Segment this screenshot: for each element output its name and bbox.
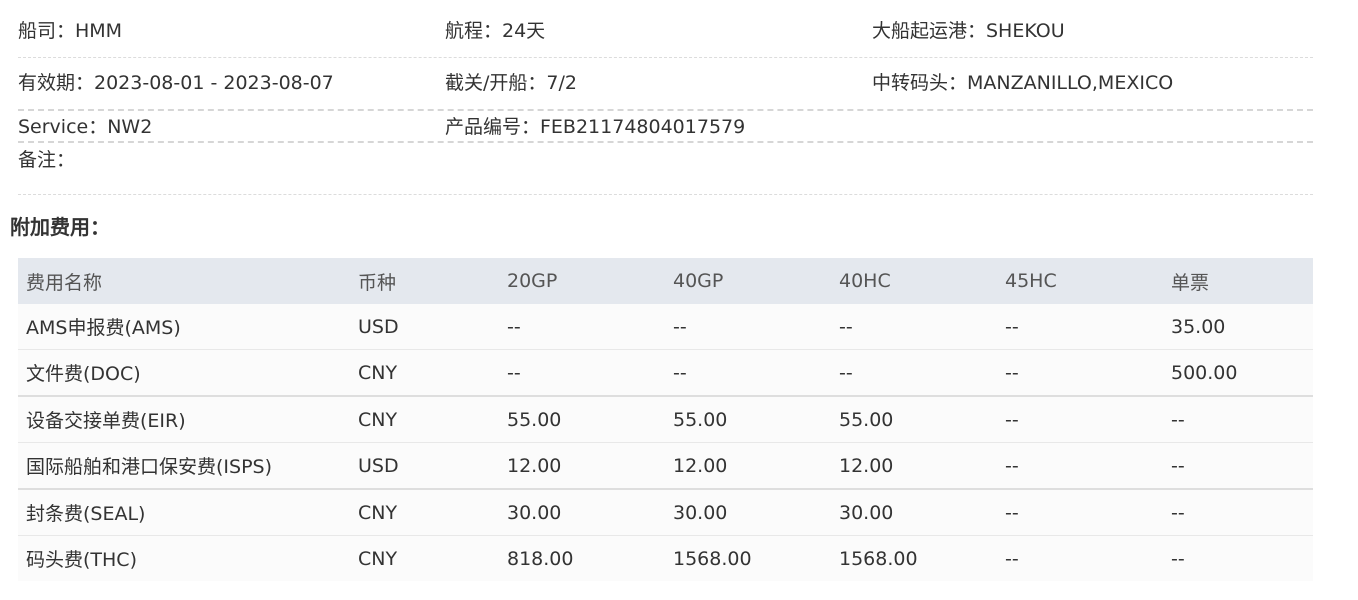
info-row: 船司：HMM 航程：24天 大船起运港：SHEKOU — [18, 8, 1313, 58]
table-header-row: 费用名称 币种 20GP 40GP 40HC 45HC 单票 — [18, 258, 1313, 304]
currency-cell: USD — [350, 304, 499, 350]
price-40hc-cell: 55.00 — [831, 396, 997, 443]
currency-cell: CNY — [350, 535, 499, 581]
voyage-field: 航程：24天 — [445, 20, 546, 42]
price-40gp-cell: 55.00 — [665, 396, 831, 443]
currency-cell: CNY — [350, 489, 499, 536]
fee-name-cell: 码头费(THC) — [18, 535, 350, 581]
currency-cell: CNY — [350, 349, 499, 397]
surcharge-table: 费用名称 币种 20GP 40GP 40HC 45HC 单票 AMS申报费(AM… — [18, 258, 1313, 581]
column-header-40hc: 40HC — [831, 258, 997, 304]
column-header-40gp: 40GP — [665, 258, 831, 304]
column-header-per-bill: 单票 — [1163, 258, 1313, 304]
table-row: 文件费(DOC) CNY -- -- -- -- 500.00 — [18, 349, 1313, 397]
info-row: Service：NW2 产品编号：FEB21174804017579 — [18, 111, 1313, 143]
price-per-bill-cell: -- — [1163, 535, 1313, 581]
currency-cell: CNY — [350, 396, 499, 443]
origin-port-field: 大船起运港：SHEKOU — [872, 20, 1065, 42]
info-row: 备注： — [18, 143, 1313, 195]
price-40gp-cell: 30.00 — [665, 489, 831, 536]
validity-field: 有效期：2023-08-01 - 2023-08-07 — [18, 72, 334, 94]
price-45hc-cell: -- — [997, 442, 1163, 490]
price-45hc-cell: -- — [997, 489, 1163, 536]
price-40gp-cell: 1568.00 — [665, 535, 831, 581]
price-40gp-cell: -- — [665, 349, 831, 397]
price-per-bill-cell: 35.00 — [1163, 304, 1313, 350]
price-per-bill-cell: -- — [1163, 489, 1313, 536]
transit-port-field: 中转码头：MANZANILLO,MEXICO — [872, 72, 1174, 94]
info-row: 有效期：2023-08-01 - 2023-08-07 截关/开船：7/2 中转… — [18, 58, 1313, 111]
remark-field: 备注： — [18, 149, 76, 171]
price-40gp-cell: -- — [665, 304, 831, 350]
product-number-field: 产品编号：FEB21174804017579 — [445, 116, 746, 138]
column-header-fee-name: 费用名称 — [18, 258, 350, 304]
column-header-currency: 币种 — [350, 258, 499, 304]
surcharge-section-title: 附加费用： — [10, 215, 110, 239]
price-per-bill-cell: 500.00 — [1163, 349, 1313, 397]
fee-name-cell: 设备交接单费(EIR) — [18, 396, 350, 443]
price-20gp-cell: -- — [499, 349, 665, 397]
price-45hc-cell: -- — [997, 349, 1163, 397]
price-40hc-cell: -- — [831, 304, 997, 350]
table-row: 设备交接单费(EIR) CNY 55.00 55.00 55.00 -- -- — [18, 396, 1313, 443]
column-header-20gp: 20GP — [499, 258, 665, 304]
fee-name-cell: 封条费(SEAL) — [18, 489, 350, 536]
table-row: 码头费(THC) CNY 818.00 1568.00 1568.00 -- -… — [18, 535, 1313, 581]
price-20gp-cell: -- — [499, 304, 665, 350]
price-per-bill-cell: -- — [1163, 442, 1313, 490]
column-header-45hc: 45HC — [997, 258, 1163, 304]
price-20gp-cell: 55.00 — [499, 396, 665, 443]
table-row: AMS申报费(AMS) USD -- -- -- -- 35.00 — [18, 304, 1313, 350]
fee-name-cell: 文件费(DOC) — [18, 349, 350, 397]
carrier-field: 船司：HMM — [18, 20, 123, 42]
shipping-info-panel: 船司：HMM 航程：24天 大船起运港：SHEKOU 有效期：2023-08-0… — [18, 8, 1313, 195]
table-row: 封条费(SEAL) CNY 30.00 30.00 30.00 -- -- — [18, 489, 1313, 536]
price-20gp-cell: 818.00 — [499, 535, 665, 581]
price-per-bill-cell: -- — [1163, 396, 1313, 443]
price-45hc-cell: -- — [997, 304, 1163, 350]
price-40hc-cell: 12.00 — [831, 442, 997, 490]
price-20gp-cell: 30.00 — [499, 489, 665, 536]
service-field: Service：NW2 — [18, 116, 153, 138]
price-20gp-cell: 12.00 — [499, 442, 665, 490]
price-40hc-cell: 1568.00 — [831, 535, 997, 581]
price-45hc-cell: -- — [997, 535, 1163, 581]
fee-name-cell: AMS申报费(AMS) — [18, 304, 350, 350]
price-45hc-cell: -- — [997, 396, 1163, 443]
fee-name-cell: 国际船舶和港口保安费(ISPS) — [18, 442, 350, 490]
price-40hc-cell: -- — [831, 349, 997, 397]
cutoff-field: 截关/开船：7/2 — [445, 72, 577, 94]
price-40hc-cell: 30.00 — [831, 489, 997, 536]
table-row: 国际船舶和港口保安费(ISPS) USD 12.00 12.00 12.00 -… — [18, 442, 1313, 490]
price-40gp-cell: 12.00 — [665, 442, 831, 490]
currency-cell: USD — [350, 442, 499, 490]
